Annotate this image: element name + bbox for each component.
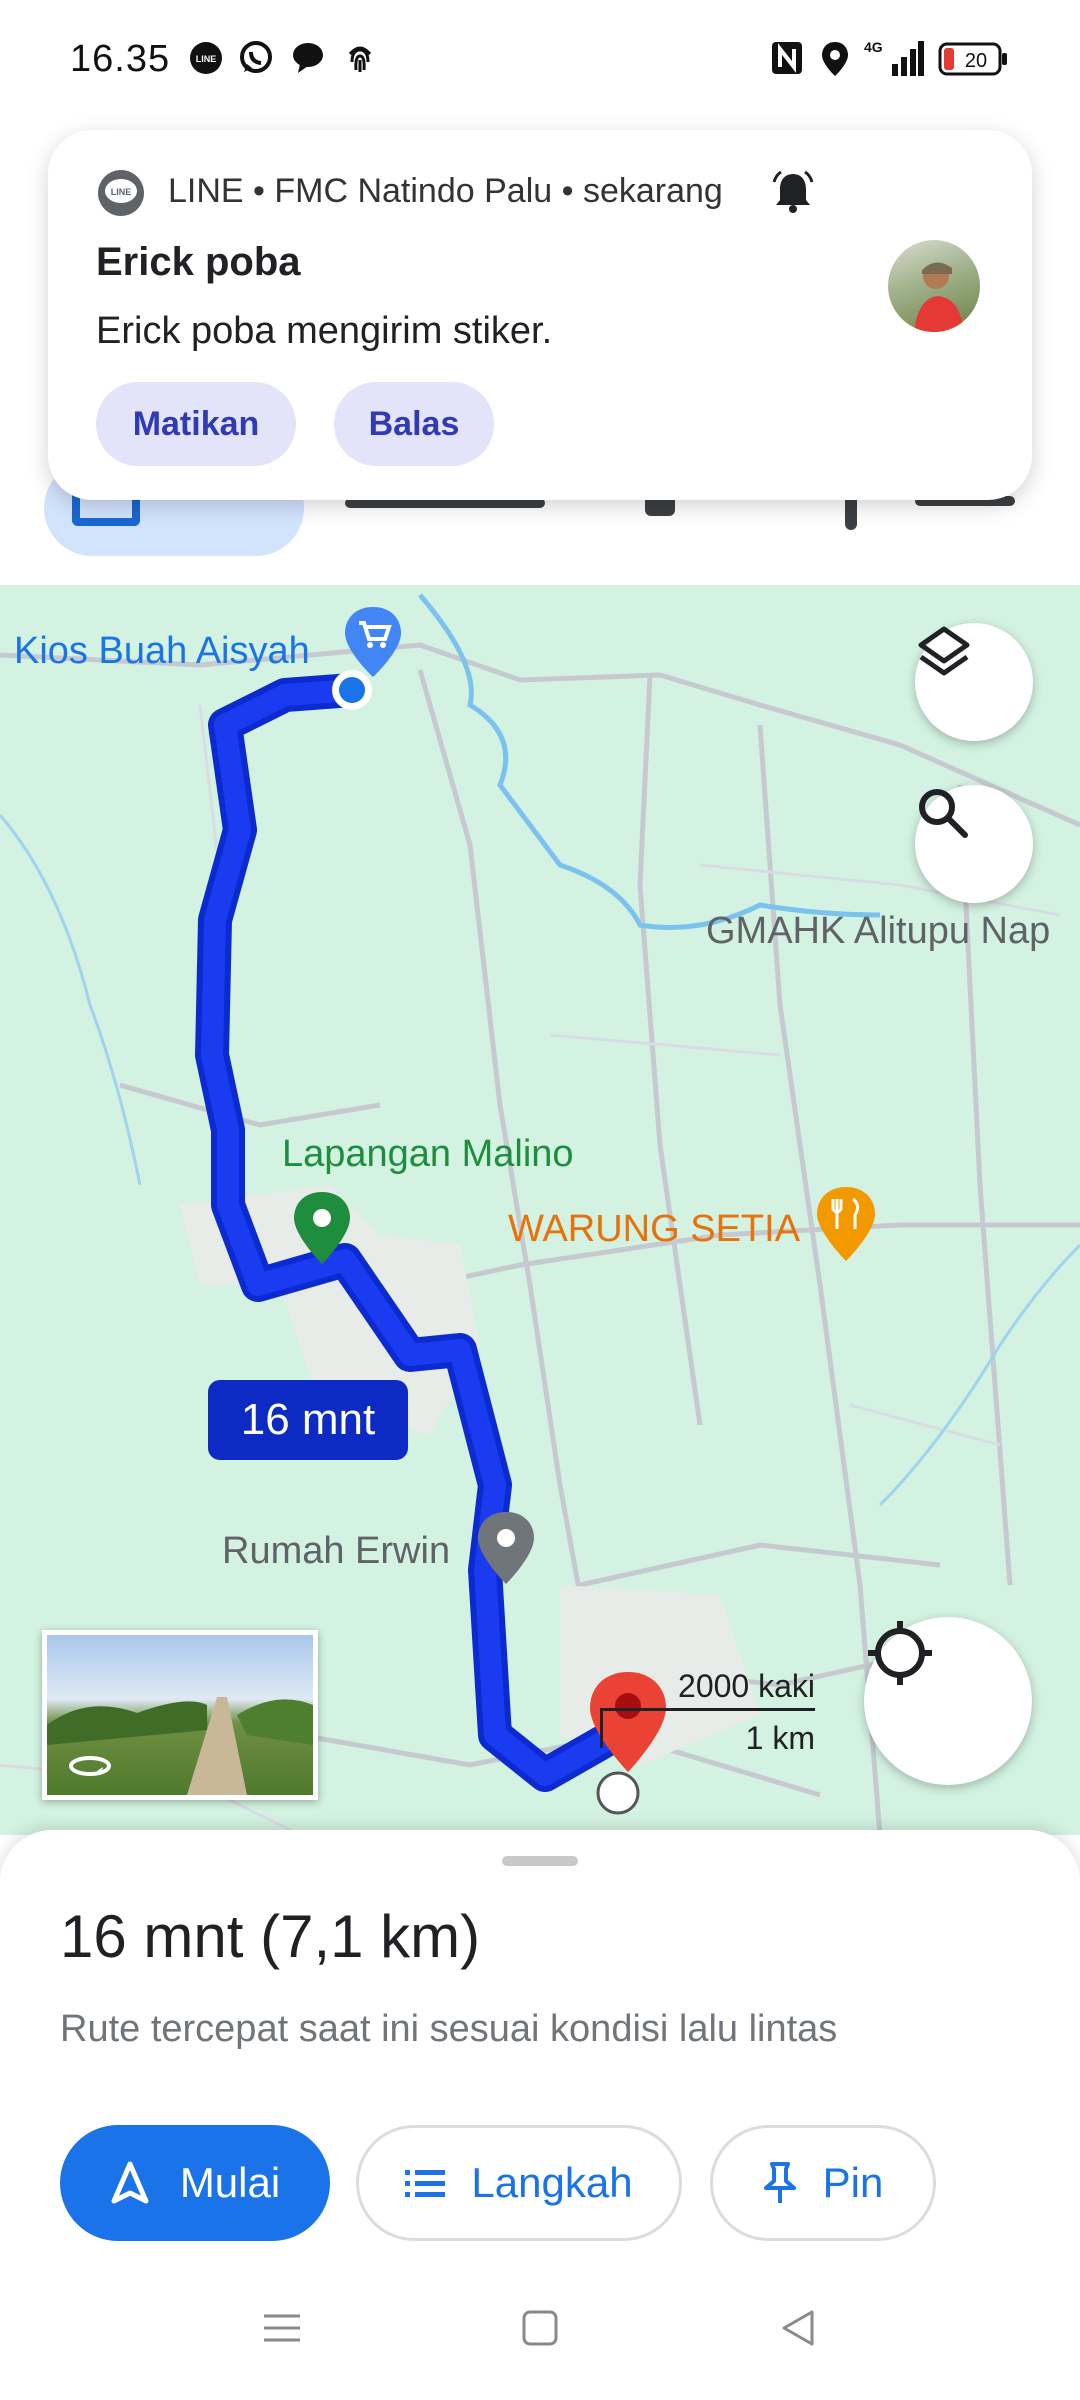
battery-level: 20 <box>965 50 987 72</box>
route-description: Rute tercepat saat ini sesuai kondisi la… <box>60 2008 838 2050</box>
start-button[interactable]: Mulai <box>60 2125 330 2241</box>
nfc-icon <box>770 40 804 81</box>
home-icon[interactable] <box>520 2308 560 2353</box>
signal-4g-icon: 4G <box>862 38 924 83</box>
notification-body: Erick poba mengirim stiker. <box>96 310 553 352</box>
street-view-thumbnail[interactable] <box>42 1630 318 1800</box>
map-view[interactable]: Kios Buah Aisyah GMAHK Alitupu Nap Lapan… <box>0 585 1080 1835</box>
network-type: 4G <box>864 39 883 55</box>
list-icon <box>405 2168 446 2198</box>
bell-icon <box>772 170 814 219</box>
label-warung-setia[interactable]: WARUNG SETIA <box>508 1208 800 1251</box>
svg-text:LINE: LINE <box>111 187 132 197</box>
status-time: 16.35 <box>70 38 171 80</box>
route-time-badge[interactable]: 16 mnt <box>208 1380 408 1460</box>
my-location-button[interactable] <box>864 1617 1032 1785</box>
avatar <box>888 240 980 332</box>
back-icon[interactable] <box>778 2308 818 2353</box>
scale-feet: 2000 kaki <box>678 1668 815 1704</box>
destination-dot <box>596 1771 640 1815</box>
steps-label: Langkah <box>471 2159 633 2206</box>
mute-button[interactable]: Matikan <box>96 382 296 466</box>
menu-icon[interactable] <box>262 2308 302 2353</box>
svg-text:LINE: LINE <box>196 54 217 64</box>
pin-button[interactable]: Pin <box>710 2125 936 2241</box>
route-summary: 16 mnt (7,1 km) <box>60 1903 481 1970</box>
notification-title: Erick poba <box>96 240 301 284</box>
notification-header: LINE • FMC Natindo Palu • sekarang <box>168 172 723 210</box>
label-rumah-erwin[interactable]: Rumah Erwin <box>222 1530 450 1573</box>
whatsapp-icon <box>238 40 274 81</box>
pin-label: Pin <box>822 2159 884 2206</box>
pin-icon <box>763 2161 797 2205</box>
location-icon <box>820 40 850 83</box>
label-gmahk[interactable]: GMAHK Alitupu Nap <box>706 910 1050 953</box>
fingerprint-icon <box>342 40 378 81</box>
label-kios-buah-aisyah[interactable]: Kios Buah Aisyah <box>14 630 310 673</box>
sheet-drag-handle[interactable] <box>502 1856 578 1866</box>
battery-icon: 20 <box>938 42 1008 81</box>
steps-button[interactable]: Langkah <box>356 2125 682 2241</box>
map-scale: 2000 kaki 1 km <box>600 1668 815 1756</box>
stream-east <box>878 1243 1080 1507</box>
label-lapangan-malino[interactable]: Lapangan Malino <box>282 1133 574 1176</box>
line-notification[interactable]: LINE LINE • FMC Natindo Palu • sekarang … <box>48 130 1032 500</box>
line-app-icon: LINE <box>96 168 146 223</box>
reply-button[interactable]: Balas <box>334 382 494 466</box>
scale-km: 1 km <box>745 1720 815 1756</box>
start-label: Mulai <box>179 2159 281 2206</box>
river <box>418 593 881 930</box>
line-icon: LINE <box>188 40 224 81</box>
layers-button[interactable] <box>915 623 1033 741</box>
status-bar: 16.35 LINE 4G 20 <box>0 0 1080 125</box>
stream-west <box>0 814 142 1186</box>
chat-bubble-icon <box>290 40 326 81</box>
search-button[interactable] <box>915 785 1033 903</box>
navigation-arrow-icon <box>110 2161 150 2205</box>
